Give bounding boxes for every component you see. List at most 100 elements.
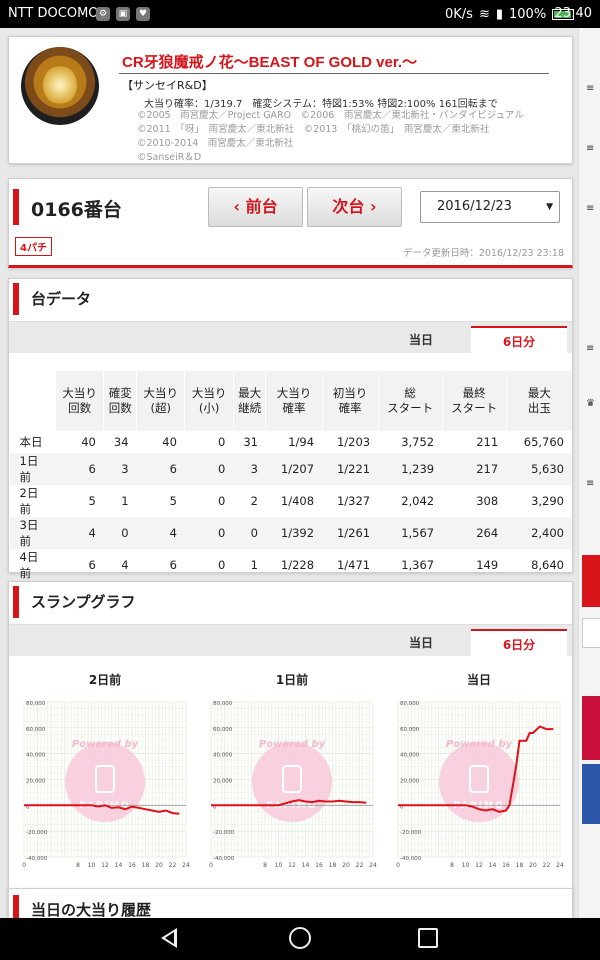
table-cell: 5,630 [506, 453, 572, 486]
table-cell: 1,567 [378, 517, 443, 550]
stats-table: 大当り 回数 確変 回数 大当り (超) 大当り (小) 最大 継続 大当り 確率 初当り確… [9, 371, 573, 614]
table-cell: 6 [88, 558, 96, 573]
x-tick-label: 0 [396, 862, 400, 869]
y-tick-label: 80,000 [26, 701, 46, 707]
signal-icon: ▮ [495, 7, 504, 22]
y-tick-label: -20,000 [213, 830, 235, 836]
column-header: 大当り 回数 [54, 371, 104, 431]
y-tick-label: 40,000 [26, 753, 46, 759]
row-label: 本日 [19, 435, 43, 450]
list-icon[interactable]: ≡ [586, 343, 594, 354]
x-tick-label: 10 [462, 862, 470, 869]
tab-today[interactable]: 当日 [373, 629, 469, 657]
tab-today[interactable]: 当日 [373, 326, 469, 354]
crown-icon[interactable]: ♛ [586, 398, 595, 409]
column-header: 大当り (超) [136, 371, 185, 431]
y-tick-label: 40,000 [213, 753, 233, 759]
notification-app-icon: ♥ [136, 7, 150, 21]
x-tick-label: 20 [342, 862, 350, 869]
notification-icons: ⚙ ▣ ♥ [96, 7, 150, 21]
x-tick-label: 24 [556, 862, 564, 869]
slump-graphs: 2日前Powered byPAPIMO-40,000-20,000020,000… [22, 672, 564, 869]
recent-apps-icon[interactable] [418, 928, 438, 948]
date-select[interactable]: 2016/12/23 ▼ [420, 191, 560, 223]
table-cell: 1 [250, 558, 258, 573]
table-cell: 4 [121, 558, 129, 573]
table-cell: 1/207 [265, 453, 323, 486]
table-cell: 1/261 [322, 517, 379, 550]
y-tick-label: 60,000 [400, 727, 420, 733]
list-icon[interactable]: ≡ [586, 143, 594, 154]
table-cell: 308 [476, 494, 499, 509]
side-ad-banner[interactable] [582, 764, 600, 824]
table-cell: 3,752 [401, 435, 435, 450]
x-tick-label: 22 [169, 862, 177, 869]
wifi-icon: ≋ [478, 7, 490, 22]
update-timestamp: データ更新日時：2016/12/23 23:18 [402, 248, 564, 259]
side-button[interactable] [582, 618, 600, 648]
x-tick-label: 16 [315, 862, 323, 869]
table-cell: 0 [184, 453, 234, 486]
x-tick-label: 12 [475, 862, 483, 869]
tab-6days[interactable]: 6日分 [471, 326, 567, 354]
side-ad-banner[interactable] [582, 696, 600, 760]
copyright-text: ©2005 雨宮慶太／Project GARO ©2006 雨宮慶太／東北新社・… [137, 109, 567, 165]
home-icon[interactable] [289, 927, 311, 949]
row-label: 4日前 [19, 550, 39, 581]
carrier-label: NTT DOCOMO [8, 6, 99, 21]
table-cell: 31 [243, 435, 258, 450]
graph-title: 当日 [467, 672, 491, 687]
table-row: 4日前 6 4 6 0 1 1/228 1/471 1,367 149 8,640 [10, 549, 573, 581]
list-icon[interactable]: ≡ [586, 203, 594, 214]
table-cell: 1/203 [336, 435, 371, 450]
back-icon[interactable] [161, 928, 177, 948]
copyright-line: ©2005 雨宮慶太／Project GARO ©2006 雨宮慶太／東北新社・… [137, 110, 524, 121]
prev-unit-button[interactable]: ‹ 前台 [208, 187, 303, 227]
table-cell: 4 [55, 517, 104, 550]
table-cell: 1/392 [265, 517, 323, 550]
x-tick-label: 20 [155, 862, 163, 869]
table-cell: 1 [121, 494, 129, 509]
list-icon[interactable]: ≡ [586, 83, 594, 94]
section-title: スランプグラフ [31, 593, 136, 611]
column-header: 確変 回数 [103, 371, 137, 431]
table-cell: 1/327 [336, 494, 371, 509]
x-tick-label: 20 [529, 862, 537, 869]
title-divider [119, 73, 549, 74]
table-cell: 0 [233, 517, 266, 550]
watermark-text: Powered by [72, 739, 139, 750]
tab-6days[interactable]: 6日分 [471, 629, 567, 657]
next-unit-button[interactable]: 次台 › [307, 187, 402, 227]
x-tick-label: 18 [329, 862, 337, 869]
list-icon[interactable]: ≡ [586, 478, 594, 489]
table-cell: 3,290 [531, 494, 564, 509]
rate-badge: 4パチ [15, 237, 52, 256]
table-cell: 5 [88, 494, 96, 509]
slump-graph-card: スランプグラフ 当日 6日分 2日前 Powered by PAPIMO -40,00… [8, 581, 573, 916]
table-cell: 1,367 [401, 558, 435, 573]
machine-maker: 【サンセイR&D】 [122, 79, 213, 92]
graph-title: 2日前 [89, 672, 121, 687]
column-header: 最大 継続 [232, 371, 266, 431]
table-row: 2日前 5 1 5 0 2 1/408 1/327 2,042 308 3,290 [10, 485, 573, 517]
side-banner[interactable] [582, 555, 600, 607]
x-tick-label: 22 [356, 862, 364, 869]
y-tick-label: 80,000 [400, 701, 420, 707]
table-row: 3日前 4 0 4 0 0 1/392 1/261 1,567 264 2,400 [9, 517, 572, 550]
table-cell: 1/228 [280, 558, 315, 573]
table-cell: 4 [136, 517, 185, 550]
accent-bar [13, 895, 19, 918]
table-cell: 40 [81, 435, 96, 450]
unit-header-card: 0166番台 ‹ 前台 次台 › 2016/12/23 ▼ 4パチ データ更新日… [8, 178, 573, 268]
y-tick-label: 60,000 [26, 727, 46, 733]
table-cell: 6 [169, 558, 177, 573]
table-cell: 0 [217, 494, 226, 509]
table-cell: 1/408 [280, 494, 315, 509]
x-tick-label: 16 [502, 862, 510, 869]
row-label: 2日前 [19, 486, 39, 517]
y-tick-label: -20,000 [26, 830, 48, 836]
prev-label: 前台 [245, 197, 278, 216]
table-row: 本日 40 34 40 0 31 1/94 1/203 3,752 211 65,760 [10, 431, 573, 453]
machine-title: CR牙狼魔戒ノ花〜BEAST OF GOLD ver.〜 [122, 54, 418, 71]
copyright-line: ©SanseiR＆D [137, 152, 202, 163]
